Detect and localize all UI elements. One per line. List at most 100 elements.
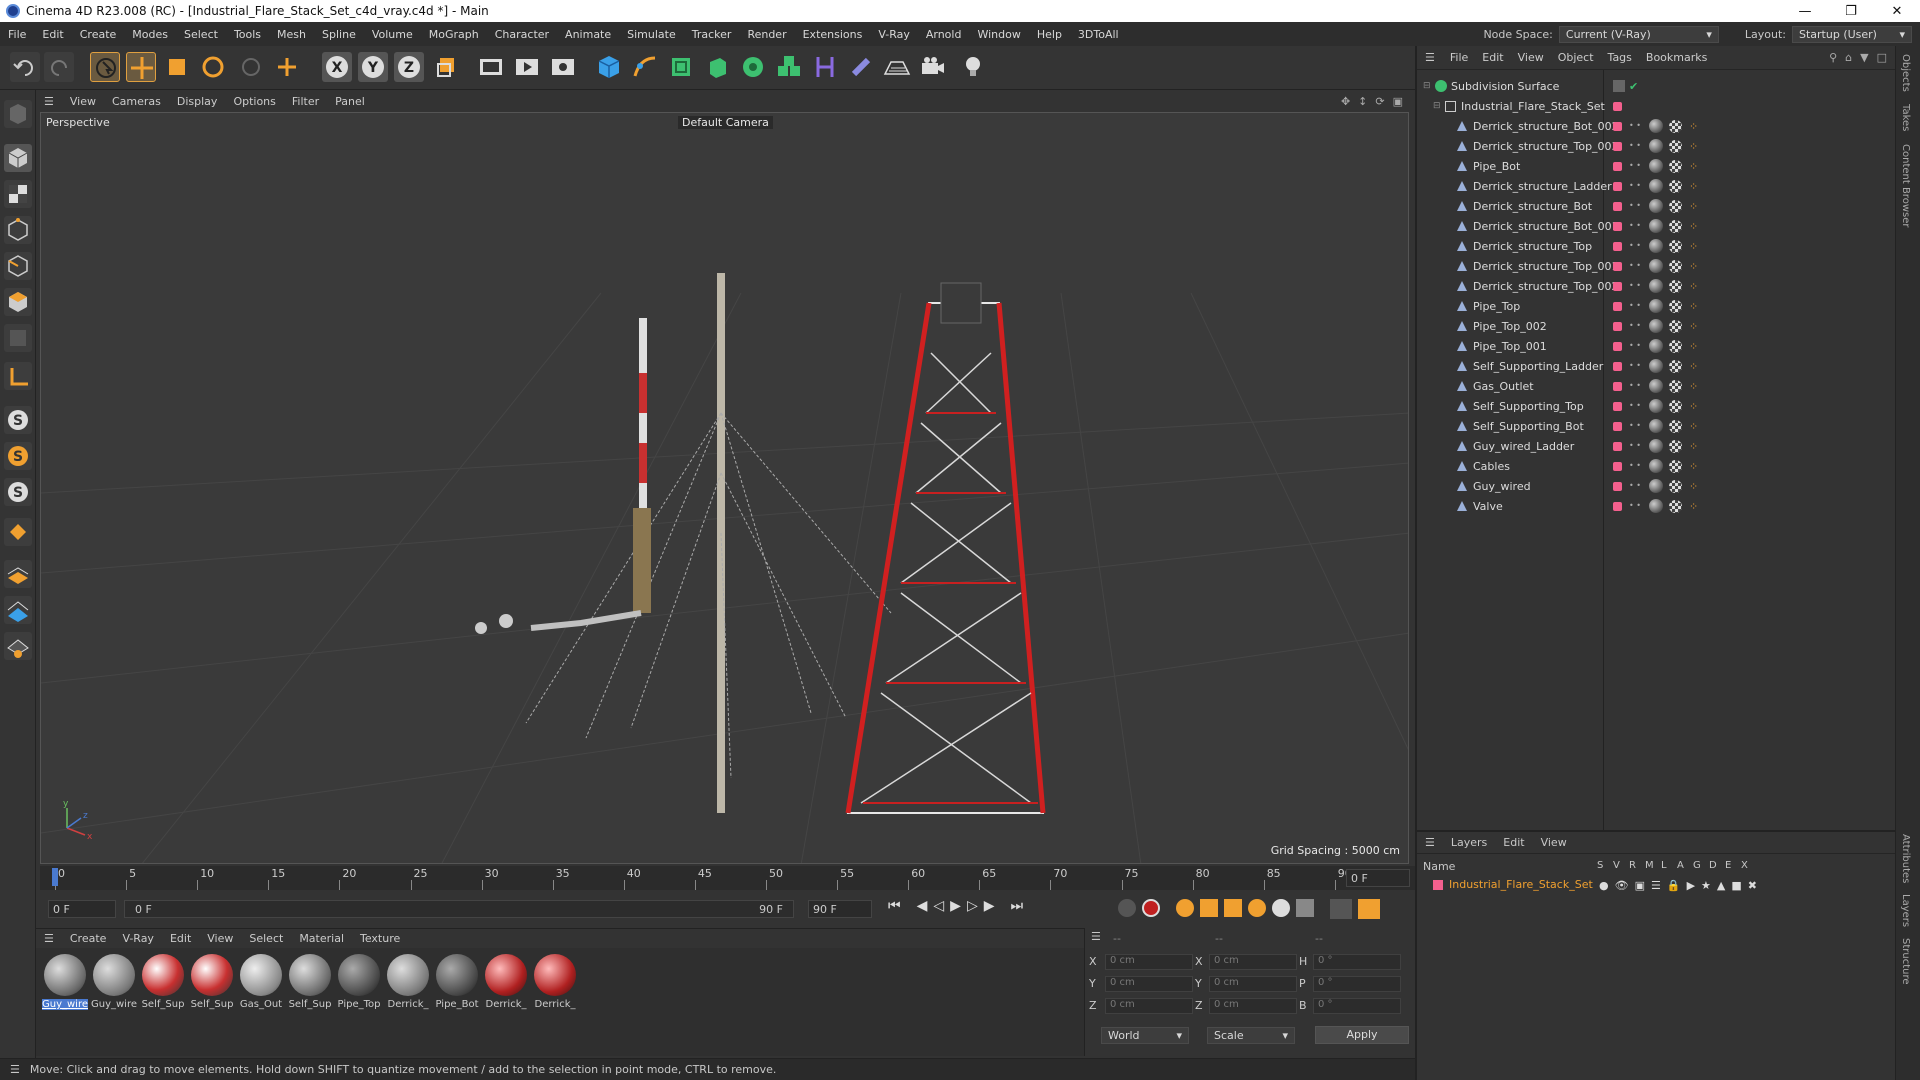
visibility-dots-icon[interactable]: • • (1629, 342, 1641, 350)
object-menu-edit[interactable]: Edit (1475, 51, 1510, 64)
menu-item-simulate[interactable]: Simulate (619, 28, 684, 41)
layer-color-icon[interactable] (1613, 401, 1622, 411)
texture-tag-icon[interactable] (1669, 379, 1682, 393)
light-icon[interactable] (958, 52, 988, 82)
vray-tag-icon[interactable]: ⁘ (1689, 140, 1698, 153)
visibility-dots-icon[interactable]: • • (1629, 182, 1641, 190)
next-key-icon[interactable]: ▶ (984, 898, 995, 914)
redo-button[interactable] (44, 52, 74, 82)
make-editable-icon[interactable] (4, 100, 32, 128)
menu-item-spline[interactable]: Spline (314, 28, 364, 41)
coordinate-field[interactable]: 0 ° (1313, 998, 1401, 1014)
object-menu-bookmarks[interactable]: Bookmarks (1639, 51, 1714, 64)
vray-tag-icon[interactable]: ⁘ (1689, 440, 1698, 453)
scale-key-icon[interactable] (1224, 899, 1242, 917)
vray-tag-icon[interactable]: ⁘ (1689, 380, 1698, 393)
layer-color-icon[interactable] (1613, 161, 1622, 171)
menu-item-v-ray[interactable]: V-Ray (870, 28, 918, 41)
timeline-icon[interactable] (1358, 899, 1380, 919)
object-menu-tags[interactable]: Tags (1601, 51, 1639, 64)
viewport-menu-options[interactable]: Options (225, 95, 283, 108)
menu-item-arnold[interactable]: Arnold (918, 28, 970, 41)
restore-button[interactable]: ❐ (1828, 4, 1874, 19)
texture-tag-icon[interactable] (1669, 319, 1682, 333)
layer-color-icon[interactable] (1613, 121, 1622, 131)
record-disabled-icon[interactable] (1118, 899, 1136, 917)
polygon-mode-icon[interactable] (4, 288, 32, 316)
layer-color-icon[interactable] (1613, 441, 1622, 451)
object-row[interactable]: Derrick_structure_Bot_001 • • ⁘ (1417, 216, 1897, 236)
snap-settings-icon[interactable]: S (4, 442, 32, 470)
tab-content-browser[interactable]: Content Browser (1900, 144, 1911, 227)
material-tag-icon[interactable] (1649, 179, 1663, 193)
render-view-icon[interactable] (476, 52, 506, 82)
y-axis-lock-icon[interactable]: Y (358, 52, 388, 82)
coordinate-field[interactable]: 0 cm (1105, 954, 1193, 970)
vray-tag-icon[interactable]: ⁘ (1689, 340, 1698, 353)
coordinate-field[interactable]: 0 ° (1313, 954, 1401, 970)
coordinate-field[interactable]: 0 cm (1105, 998, 1193, 1014)
material-swatch[interactable]: Derrick_ (385, 954, 431, 1010)
quantize-icon[interactable]: S (4, 478, 32, 506)
material-tag-icon[interactable] (1649, 279, 1663, 293)
menu-item-3dtoall[interactable]: 3DToAll (1070, 28, 1127, 41)
tab-layers[interactable]: Layers (1900, 894, 1911, 927)
layer-icon[interactable] (1613, 80, 1625, 92)
menu-item-window[interactable]: Window (969, 28, 1028, 41)
layer-color-icon[interactable] (1613, 341, 1622, 351)
visibility-dots-icon[interactable]: • • (1629, 442, 1641, 450)
object-row[interactable]: Guy_wired_Ladder • • ⁘ (1417, 436, 1897, 456)
layer-color-icon[interactable] (1613, 281, 1622, 291)
menu-item-tools[interactable]: Tools (226, 28, 269, 41)
layer-color-icon[interactable] (1613, 141, 1622, 151)
vray-tag-icon[interactable]: ⁘ (1689, 320, 1698, 333)
material-menu-view[interactable]: View (199, 932, 241, 945)
object-row[interactable]: Derrick_structure_Bot • • ⁘ (1417, 196, 1897, 216)
menu-item-render[interactable]: Render (739, 28, 794, 41)
object-menu-view[interactable]: View (1511, 51, 1551, 64)
menu-item-mesh[interactable]: Mesh (269, 28, 314, 41)
undo-button[interactable] (10, 52, 40, 82)
menu-item-extensions[interactable]: Extensions (795, 28, 871, 41)
spline-pen-icon[interactable] (630, 52, 660, 82)
texture-tag-icon[interactable] (1669, 139, 1682, 153)
apply-button[interactable]: Apply (1315, 1026, 1409, 1044)
close-button[interactable]: ✕ (1874, 4, 1920, 19)
material-tag-icon[interactable] (1649, 159, 1663, 173)
layer-color-icon[interactable] (1613, 101, 1622, 111)
minimize-button[interactable]: — (1782, 4, 1828, 19)
field-icon[interactable] (846, 52, 876, 82)
layer-color-icon[interactable] (1613, 501, 1622, 511)
texture-tag-icon[interactable] (1669, 479, 1682, 493)
collapse-icon[interactable]: ⊟ (1433, 101, 1441, 111)
coordinate-field[interactable]: 0 cm (1209, 976, 1297, 992)
layer-color-icon[interactable] (1613, 421, 1622, 431)
material-tag-icon[interactable] (1649, 359, 1663, 373)
menu-item-help[interactable]: Help (1029, 28, 1070, 41)
material-swatch[interactable]: Derrick_ (483, 954, 529, 1010)
menu-item-select[interactable]: Select (176, 28, 226, 41)
solo-icon[interactable]: ● (1599, 879, 1609, 892)
vray-tag-icon[interactable]: ⁘ (1689, 180, 1698, 193)
object-row-root[interactable]: ⊟ Subdivision Surface ✔ (1417, 76, 1897, 96)
material-tag-icon[interactable] (1649, 219, 1663, 233)
locked-icon[interactable]: 🔒 (1667, 879, 1681, 892)
layer-menu-layers[interactable]: Layers (1443, 836, 1495, 849)
size-mode-select[interactable]: Scale ▾ (1207, 1027, 1295, 1044)
playhead[interactable] (52, 868, 58, 886)
visibility-dots-icon[interactable]: • • (1629, 282, 1641, 290)
visibility-dots-icon[interactable]: • • (1629, 382, 1641, 390)
render-settings-icon[interactable] (548, 52, 578, 82)
material-tag-icon[interactable] (1649, 319, 1663, 333)
material-tag-icon[interactable] (1649, 399, 1663, 413)
visibility-dots-icon[interactable]: • • (1629, 262, 1641, 270)
expressions-icon[interactable]: ■ (1731, 879, 1741, 892)
texture-tag-icon[interactable] (1669, 339, 1682, 353)
visibility-dots-icon[interactable]: • • (1629, 482, 1641, 490)
new-window-icon[interactable]: □ (1877, 51, 1887, 64)
search-icon[interactable]: ⚲ (1829, 51, 1837, 64)
material-tag-icon[interactable] (1649, 259, 1663, 273)
hamburger-icon[interactable]: ☰ (0, 1063, 30, 1076)
vray-tag-icon[interactable]: ⁘ (1689, 400, 1698, 413)
viewport-menu-panel[interactable]: Panel (327, 95, 373, 108)
